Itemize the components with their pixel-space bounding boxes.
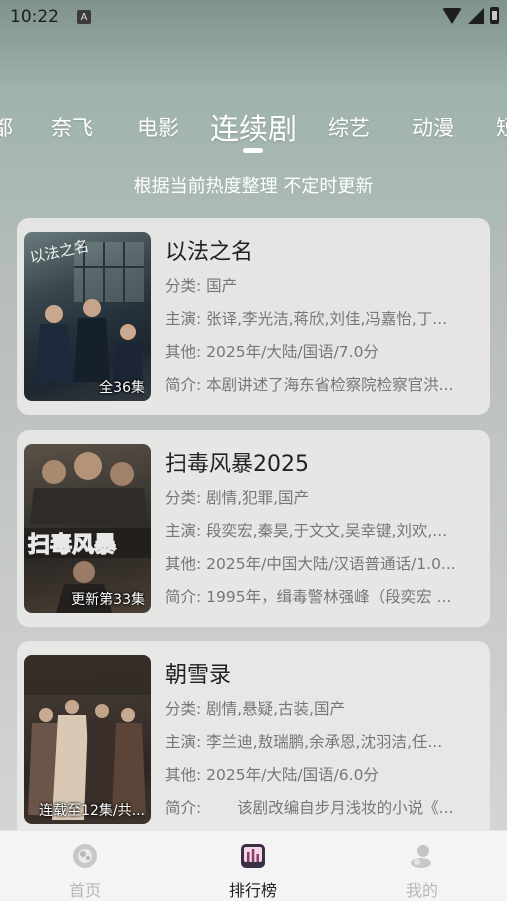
cast-label: 主演: [165,733,202,751]
intro-value: 1995年，缉毒警林强峰（段奕宏 ... [206,588,452,606]
cast-row: 主演: 段奕宏,秦昊,于文文,吴幸键,刘欢,... [165,519,483,541]
genre-row: 分类: 国产 [165,274,483,296]
bottom-nav: 首页 排行榜 我的 [0,830,507,901]
nav-rank[interactable]: 排行榜 [203,843,303,901]
nav-home-label: 首页 [68,881,101,900]
other-row: 其他: 2025年/大陆/国语/7.0分 [165,340,483,362]
other-value: 2025年/大陆/国语/6.0分 [206,766,379,784]
other-label: 其他: [165,343,202,361]
intro-row: 简介: 1995年，缉毒警林强峰（段奕宏 ... [165,585,483,607]
cast-row: 主演: 李兰迪,敖瑞鹏,余承恩,沈羽洁,任... [165,730,483,752]
tab-movie[interactable]: 电影 [137,112,179,142]
drama-card[interactable]: 连载至12集/共... 朝雪录 分类: 剧情,悬疑,古装,国产 主演: 李兰迪,… [17,641,490,838]
intro-label: 简介: [165,799,202,817]
tab-variety[interactable]: 综艺 [328,112,370,142]
intro-label: 简介: [165,376,202,394]
wifi-icon [442,7,462,24]
status-bar: 10:22 A [0,0,507,34]
ranking-icon [241,844,265,868]
genre-row: 分类: 剧情,犯罪,国产 [165,486,483,508]
cast-value: 李兰迪,敖瑞鹏,余承恩,沈羽洁,任... [206,733,443,751]
genre-value: 国产 [206,277,238,295]
notification-icon: A [77,10,91,24]
cast-value: 段奕宏,秦昊,于文文,吴幸键,刘欢,... [206,522,448,540]
poster-art: 以法之名 [28,237,144,392]
tab-anime[interactable]: 动漫 [412,112,454,142]
intro-value: 该剧改编自步月浅妆的小说《... [206,799,454,817]
drama-title: 以法之名 [165,240,254,265]
poster-image[interactable]: 以法之名 全36集 [24,232,151,401]
tab-all[interactable]: 都 [0,112,13,142]
tab-short[interactable]: 短 [496,112,507,142]
tab-netflix[interactable]: 奈飞 [51,112,93,142]
ranking-subtitle: 根据当前热度整理 不定时更新 [133,176,374,197]
tab-series[interactable]: 连续剧 [210,106,297,148]
genre-row: 分类: 剧情,悬疑,古装,国产 [165,697,483,719]
genre-label: 分类: [165,489,202,507]
other-row: 其他: 2025年/中国大陆/汉语普通话/1.0... [165,552,483,574]
other-label: 其他: [165,766,202,784]
intro-value: 本剧讲述了海东省检察院检察官洪... [206,376,454,394]
cast-label: 主演: [165,522,202,540]
poster-image[interactable]: 扫毒风暴 更新第33集 [24,444,151,613]
nav-mine-label: 我的 [405,881,438,900]
other-value: 2025年/中国大陆/汉语普通话/1.0... [206,555,456,573]
poster-image[interactable]: 连载至12集/共... [24,655,151,824]
other-value: 2025年/大陆/国语/7.0分 [206,343,379,361]
drama-title: 朝雪录 [165,663,232,688]
other-label: 其他: [165,555,202,573]
battery-icon [490,7,499,24]
cast-value: 张译,李光洁,蒋欣,刘佳,冯嘉怡,丁... [206,310,448,328]
category-tabs: 都 奈飞 电影 连续剧 综艺 动漫 短 [0,104,507,154]
profile-icon [411,845,431,868]
drama-card[interactable]: 以法之名 全36集 以法之名 分类: 国产 主演: 张译,李光洁,蒋欣,刘佳,冯… [17,218,490,415]
episode-badge: 更新第33集 [71,592,145,608]
intro-row: 简介: 本剧讲述了海东省检察院检察官洪... [165,373,483,395]
tab-indicator [243,148,263,153]
status-time: 10:22 [10,7,59,27]
nav-home[interactable]: 首页 [35,843,135,901]
episode-badge: 连载至12集/共... [39,803,145,819]
drama-title: 扫毒风暴2025 [165,452,309,477]
nav-mine[interactable]: 我的 [372,843,472,901]
genre-label: 分类: [165,277,202,295]
poster-art: 扫毒风暴 [24,452,151,613]
nav-rank-label: 排行榜 [228,881,277,900]
genre-label: 分类: [165,700,202,718]
svg-text:扫毒风暴: 扫毒风暴 [28,532,117,558]
genre-value: 剧情,悬疑,古装,国产 [206,700,345,718]
cast-row: 主演: 张译,李光洁,蒋欣,刘佳,冯嘉怡,丁... [165,307,483,329]
home-icon [73,844,97,868]
episode-badge: 全36集 [99,380,145,396]
signal-icon [468,7,484,24]
other-row: 其他: 2025年/大陆/国语/6.0分 [165,763,483,785]
genre-value: 剧情,犯罪,国产 [206,489,310,507]
intro-label: 简介: [165,588,202,606]
status-icons [442,7,499,24]
drama-card[interactable]: 扫毒风暴 更新第33集 扫毒风暴2025 分类: 剧情,犯罪,国产 主演: 段奕… [17,430,490,627]
intro-row: 简介: 该剧改编自步月浅妆的小说《... [165,796,483,818]
cast-label: 主演: [165,310,202,328]
poster-art [24,655,151,820]
